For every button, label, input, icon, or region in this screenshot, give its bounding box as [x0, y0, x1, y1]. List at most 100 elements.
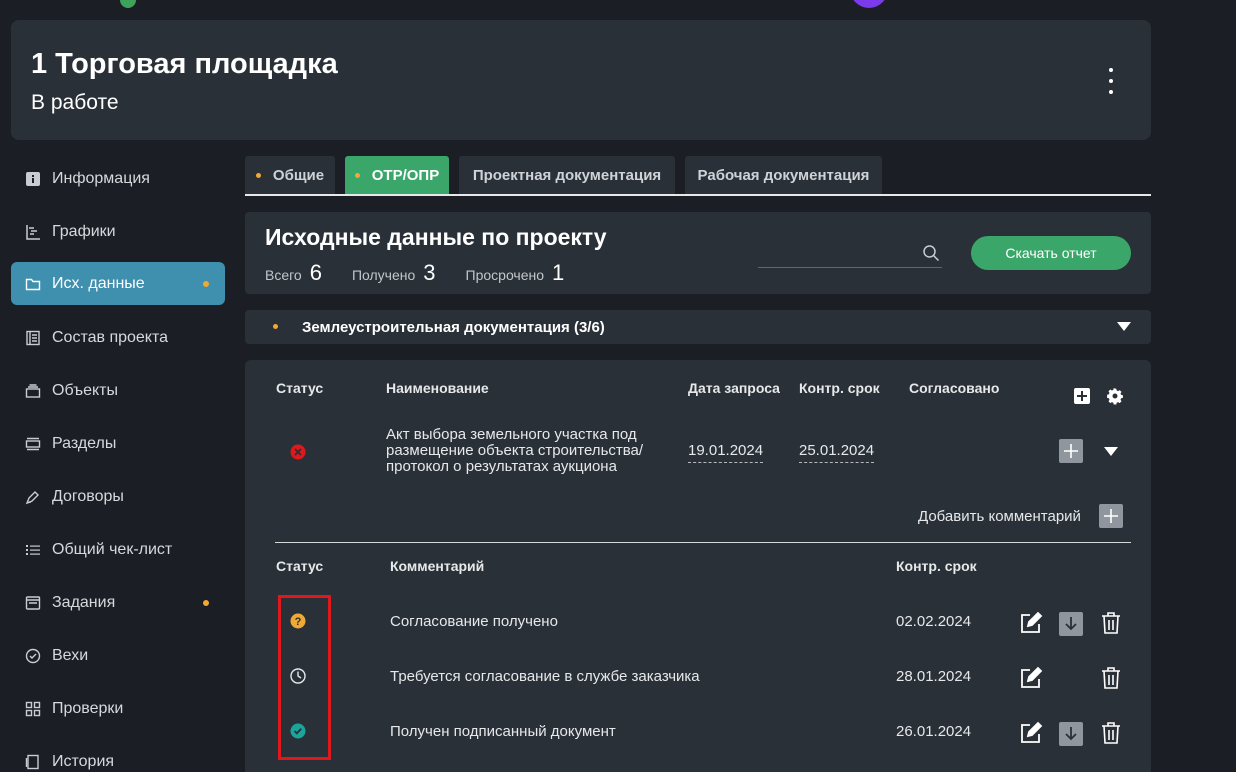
sidebar-item-source-data[interactable]: Исх. данные: [11, 262, 225, 305]
sections-icon: [24, 435, 42, 453]
summary-card: Исходные данные по проекту Всего 6 Получ…: [245, 212, 1151, 294]
list-icon: [24, 541, 42, 559]
page-title: 1 Торговая площадка: [31, 48, 338, 80]
sidebar-item-label: Состав проекта: [52, 328, 169, 346]
layers-icon: [24, 382, 42, 400]
top-bar: [0, 0, 1236, 10]
tab-label: Проектная документация: [472, 166, 662, 184]
edit-icon[interactable]: [1019, 611, 1043, 635]
question-status-icon: ?: [290, 613, 306, 629]
col-approved: Согласовано: [909, 380, 1000, 396]
category-accordion[interactable]: Землеустроительная документация (3/6): [245, 310, 1151, 344]
sidebar-item-label: История: [52, 752, 115, 770]
gantt-icon: [24, 223, 42, 241]
search-input[interactable]: [758, 240, 942, 268]
app-page: 1 Торговая площадка В работе Информация …: [0, 0, 1236, 772]
total-label: Всего: [265, 267, 302, 283]
add-row-button[interactable]: [1074, 388, 1090, 404]
sidebar-item-objects[interactable]: Объекты: [11, 364, 225, 417]
download-report-button[interactable]: Скачать отчет: [971, 236, 1131, 270]
sidebar-item-label: Исх. данные: [52, 274, 145, 292]
tab-dot: [255, 172, 261, 178]
notification-dot: [203, 280, 209, 287]
deadline-field[interactable]: 25.01.2024: [799, 442, 875, 463]
book-icon: [24, 329, 42, 347]
clock-status-icon: [290, 668, 306, 684]
sidebar-item-charts[interactable]: Графики: [11, 205, 225, 258]
tab-label: Рабочая документация: [697, 166, 870, 184]
trash-icon[interactable]: [1099, 721, 1123, 745]
sidebar: Информация Графики Исх. данные Состав пр…: [11, 152, 225, 772]
tab-bar: Общие ОТР/ОПР Проектная документация Раб…: [245, 156, 1151, 196]
sidebar-item-history[interactable]: История: [11, 735, 225, 772]
document-name-line: размещение объекта строительства/: [386, 442, 644, 459]
sidebar-item-tasks[interactable]: Задания: [11, 576, 225, 629]
col-name: Наименование: [386, 380, 489, 396]
edit-icon[interactable]: [1019, 666, 1043, 690]
accordion-title: Землеустроительная документация (3/6): [302, 319, 605, 336]
comment-text: Получен подписанный документ: [390, 723, 616, 740]
tab-work-docs[interactable]: Рабочая документация: [685, 156, 882, 194]
col-request-date: Дата запроса: [688, 380, 780, 396]
tasks-icon: [24, 594, 42, 612]
add-approval-button[interactable]: [1059, 439, 1083, 463]
sidebar-item-checklist[interactable]: Общий чек-лист: [11, 523, 225, 576]
sidebar-item-label: Графики: [52, 222, 116, 240]
check-circle-icon: [24, 647, 42, 665]
sidebar-item-info[interactable]: Информация: [11, 152, 225, 205]
col-status: Статус: [276, 380, 324, 396]
chevron-down-icon[interactable]: [1117, 322, 1131, 331]
project-status: В работе: [31, 91, 119, 114]
download-button[interactable]: [1059, 722, 1083, 746]
divider: [275, 542, 1131, 543]
sidebar-item-inspections[interactable]: Проверки: [11, 682, 225, 735]
tab-otr-opr[interactable]: ОТР/ОПР: [345, 156, 449, 194]
avatar[interactable]: [850, 0, 888, 8]
tab-general[interactable]: Общие: [245, 156, 335, 194]
document-name-line: Акт выбора земельного участка под: [386, 426, 637, 443]
edit-icon[interactable]: [1019, 721, 1043, 745]
documents-panel: Статус Наименование Дата запроса Контр. …: [245, 360, 1151, 772]
document-name-line: протокол о результатах аукциона: [386, 458, 617, 475]
sidebar-item-label: Вехи: [52, 646, 89, 664]
stats: Всего 6 Получено 3 Просрочено 1: [265, 260, 594, 286]
sidebar-item-label: Разделы: [52, 434, 117, 452]
project-header: 1 Торговая площадка В работе: [11, 20, 1151, 140]
sidebar-item-milestones[interactable]: Вехи: [11, 629, 225, 682]
tab-label: ОТР/ОПР: [371, 166, 440, 184]
chevron-down-icon[interactable]: [1104, 447, 1118, 456]
sidebar-item-sections[interactable]: Разделы: [11, 417, 225, 470]
comment-deadline: 02.02.2024: [896, 613, 972, 630]
logo: [120, 0, 136, 8]
comment-text: Требуется согласование в службе заказчик…: [390, 668, 700, 685]
overdue-value: 1: [552, 260, 565, 285]
total-value: 6: [309, 260, 322, 285]
document-name[interactable]: Акт выбора земельного участка под размещ…: [386, 427, 643, 475]
sidebar-item-composition[interactable]: Состав проекта: [11, 311, 225, 364]
add-comment-button[interactable]: [1099, 504, 1123, 528]
tab-project-docs[interactable]: Проектная документация: [459, 156, 675, 194]
gear-icon[interactable]: [1103, 384, 1127, 408]
history-icon: [24, 753, 42, 771]
status-dot: [273, 324, 278, 329]
kebab-menu-icon[interactable]: [1101, 68, 1121, 94]
section-title: Исходные данные по проекту: [265, 224, 607, 250]
download-button[interactable]: [1059, 612, 1083, 636]
comment-deadline: 28.01.2024: [896, 668, 972, 685]
sidebar-item-label: Информация: [52, 169, 150, 187]
grid-icon: [24, 700, 42, 718]
received-value: 3: [423, 260, 436, 285]
search-icon[interactable]: [922, 244, 940, 267]
overdue-label: Просрочено: [465, 267, 545, 283]
sidebar-item-contracts[interactable]: Договоры: [11, 470, 225, 523]
request-date-field[interactable]: 19.01.2024: [688, 442, 764, 463]
tab-dot: [354, 172, 360, 178]
comment-text: Согласование получено: [390, 613, 558, 630]
info-icon: [24, 170, 42, 188]
trash-icon[interactable]: [1099, 666, 1123, 690]
pen-icon: [24, 488, 42, 506]
trash-icon[interactable]: [1099, 611, 1123, 635]
notification-dot: [203, 599, 209, 606]
sidebar-item-label: Общий чек-лист: [52, 540, 173, 558]
add-comment-label[interactable]: Добавить комментарий: [918, 508, 1081, 525]
